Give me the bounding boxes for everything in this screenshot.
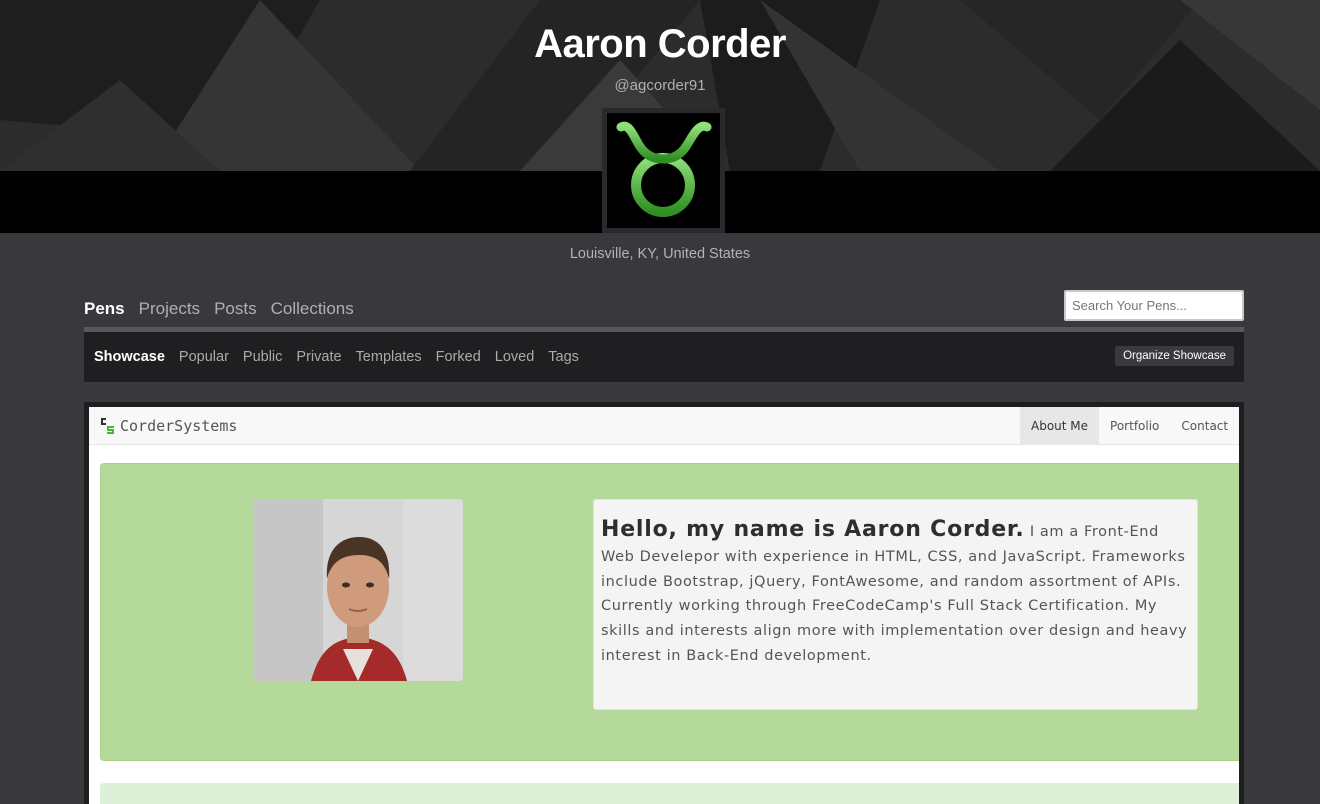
tab-collections[interactable]: Collections <box>271 299 354 319</box>
avatar[interactable] <box>602 108 725 233</box>
next-section <box>100 783 1239 804</box>
profile-photo <box>253 499 463 681</box>
bio-greeting: Hello, my name is Aaron Corder. <box>601 517 1025 542</box>
subtab-public[interactable]: Public <box>243 349 283 365</box>
preview-brand-label: CorderSystems <box>120 417 238 435</box>
profile-header: Aaron Corder @agcorder91 <box>0 0 1320 233</box>
preview-nav-about[interactable]: About Me <box>1020 407 1100 445</box>
preview-nav-contact[interactable]: Contact <box>1170 407 1239 445</box>
subtab-popular[interactable]: Popular <box>179 349 229 365</box>
tab-pens[interactable]: Pens <box>84 299 125 319</box>
profile-name: Aaron Corder <box>534 22 786 66</box>
subtab-loved[interactable]: Loved <box>495 349 535 365</box>
subtab-private[interactable]: Private <box>296 349 341 365</box>
main-tabs: Pens Projects Posts Collections <box>84 299 354 319</box>
preview-navbar: CorderSystems About Me Portfolio Contact <box>89 407 1239 445</box>
bio-card: Hello, my name is Aaron Corder. I am a F… <box>593 499 1198 710</box>
subtab-showcase[interactable]: Showcase <box>94 349 165 365</box>
preview-page: CorderSystems About Me Portfolio Contact <box>89 407 1239 804</box>
subtab-templates[interactable]: Templates <box>356 349 422 365</box>
tab-projects[interactable]: Projects <box>139 299 200 319</box>
subtab-tags[interactable]: Tags <box>548 349 579 365</box>
preview-brand[interactable]: CorderSystems <box>101 417 237 435</box>
cs-logo-icon <box>101 418 114 434</box>
tab-posts[interactable]: Posts <box>214 299 257 319</box>
organize-showcase-button[interactable]: Organize Showcase <box>1115 346 1234 366</box>
portrait-image <box>253 499 463 681</box>
search-pens-input[interactable] <box>1064 290 1244 321</box>
about-jumbotron: Hello, my name is Aaron Corder. I am a F… <box>100 463 1239 761</box>
profile-handle[interactable]: @agcorder91 <box>0 77 1320 94</box>
subtab-forked[interactable]: Forked <box>436 349 481 365</box>
profile-location: Louisville, KY, United States <box>569 246 751 262</box>
pens-subnav: Showcase Popular Public Private Template… <box>84 332 1244 382</box>
bio-text: I am a Front-End Web Develepor with expe… <box>601 524 1188 664</box>
preview-nav-links: About Me Portfolio Contact <box>1020 407 1239 445</box>
preview-nav-portfolio[interactable]: Portfolio <box>1099 407 1170 445</box>
showcase-preview[interactable]: CorderSystems About Me Portfolio Contact <box>84 402 1244 804</box>
taurus-icon <box>616 121 712 217</box>
